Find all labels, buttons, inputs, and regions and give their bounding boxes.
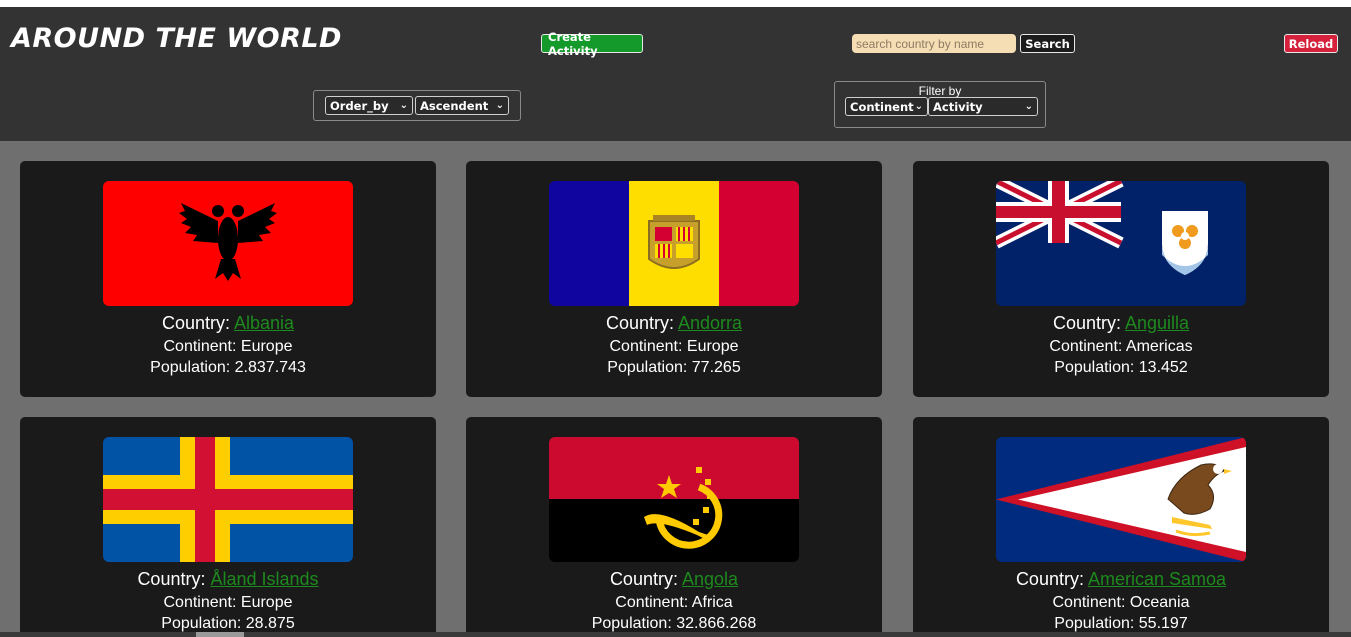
american-samoa-flag: [996, 437, 1246, 562]
continent-line: Continent: Europe: [20, 594, 436, 612]
chevron-down-icon: ⌄: [399, 100, 408, 111]
albania-flag: [103, 181, 353, 306]
continent-line: Continent: Africa: [466, 594, 882, 612]
continent-label: Continent:: [1049, 338, 1126, 355]
country-line: Country: American Samoa: [913, 569, 1329, 590]
country-link[interactable]: Albania: [234, 313, 294, 333]
continent-line: Continent: Oceania: [913, 594, 1329, 612]
population-value: 13.452: [1138, 359, 1188, 376]
angola-flag: [549, 437, 799, 562]
continent-filter-select[interactable]: Continent ⌄: [845, 97, 928, 116]
filter-label: Filter by: [918, 84, 962, 98]
country-link[interactable]: Anguilla: [1125, 313, 1189, 333]
continent-label: Continent:: [1052, 594, 1130, 611]
country-card: Country: American Samoa Continent: Ocean…: [913, 417, 1329, 637]
aland-flag: [103, 437, 353, 562]
chevron-down-icon: ⌄: [495, 100, 504, 111]
country-label: Country:: [137, 569, 211, 589]
country-label: Country:: [1015, 569, 1088, 589]
population-label: Population:: [1054, 359, 1139, 376]
filter-controls: Filter by Continent ⌄ Activity ⌄: [834, 81, 1046, 128]
country-label: Country:: [605, 313, 678, 333]
order-by-select[interactable]: Order_by ⌄: [325, 96, 413, 115]
country-card: Country: Anguilla Continent: Americas Po…: [913, 161, 1329, 397]
scrollbar-thumb[interactable]: [196, 632, 244, 637]
order-by-value: Order_by: [330, 98, 389, 113]
continent-label: Continent:: [609, 338, 687, 355]
chevron-down-icon: ⌄: [1024, 101, 1033, 112]
population-value: 32.866.268: [676, 615, 757, 632]
population-line: Population: 32.866.268: [466, 615, 882, 633]
create-activity-button[interactable]: Create Activity: [541, 30, 643, 58]
order-controls: Order_by ⌄ Ascendent ⌄: [313, 90, 521, 121]
population-value: 77.265: [691, 359, 741, 376]
order-direction-select[interactable]: Ascendent ⌄: [415, 96, 509, 115]
anguilla-flag: [996, 181, 1246, 306]
country-label: Country:: [1052, 313, 1125, 333]
continent-filter-value: Continent: [850, 99, 914, 114]
population-label: Population:: [591, 615, 677, 632]
continent-value: Europe: [240, 338, 293, 355]
search-button[interactable]: Search: [1020, 34, 1075, 53]
continent-label: Continent:: [163, 594, 241, 611]
country-line: Country: Åland Islands: [20, 569, 436, 590]
population-line: Population: 77.265: [466, 359, 882, 377]
country-line: Country: Andorra: [466, 313, 882, 334]
continent-value: Oceania: [1129, 594, 1190, 611]
population-label: Population:: [150, 359, 235, 376]
country-link[interactable]: American Samoa: [1088, 569, 1226, 589]
country-link[interactable]: Åland Islands: [210, 569, 318, 589]
population-line: Population: 13.452: [913, 359, 1329, 377]
population-line: Population: 28.875: [20, 615, 436, 633]
continent-value: Americas: [1125, 338, 1193, 355]
country-link[interactable]: Andorra: [678, 313, 742, 333]
population-label: Population:: [161, 615, 246, 632]
chevron-down-icon: ⌄: [914, 101, 923, 112]
country-card: Country: Albania Continent: Europe Popul…: [20, 161, 436, 397]
continent-line: Continent: Europe: [20, 338, 436, 356]
horizontal-scrollbar[interactable]: [0, 632, 1351, 637]
country-line: Country: Angola: [466, 569, 882, 590]
continent-value: Europe: [686, 338, 739, 355]
population-line: Population: 55.197: [913, 615, 1329, 633]
country-card: Country: Andorra Continent: Europe Popul…: [466, 161, 882, 397]
header: AROUND THE WORLD Create Activity Search …: [0, 7, 1351, 141]
country-line: Country: Albania: [20, 313, 436, 334]
country-line: Country: Anguilla: [913, 313, 1329, 334]
population-label: Population:: [607, 359, 692, 376]
population-value: 55.197: [1138, 615, 1188, 632]
country-card: Country: Åland Islands Continent: Europe…: [20, 417, 436, 637]
country-card: Country: Angola Continent: Africa Popula…: [466, 417, 882, 637]
population-label: Population:: [1054, 615, 1139, 632]
population-line: Population: 2.837.743: [20, 359, 436, 377]
search-input[interactable]: [852, 34, 1016, 53]
country-label: Country:: [161, 313, 234, 333]
andorra-flag: [549, 181, 799, 306]
continent-label: Continent:: [163, 338, 241, 355]
activity-filter-select[interactable]: Activity ⌄: [928, 97, 1038, 116]
country-label: Country:: [609, 569, 682, 589]
population-value: 2.837.743: [234, 359, 306, 376]
country-link[interactable]: Angola: [682, 569, 738, 589]
continent-label: Continent:: [615, 594, 692, 611]
activity-filter-value: Activity: [933, 99, 983, 114]
app-logo: AROUND THE WORLD: [11, 23, 342, 54]
continent-line: Continent: Americas: [913, 338, 1329, 356]
reload-button[interactable]: Reload: [1284, 34, 1338, 53]
continent-line: Continent: Europe: [466, 338, 882, 356]
top-border: [0, 0, 1351, 7]
population-value: 28.875: [245, 615, 295, 632]
continent-value: Europe: [240, 594, 293, 611]
order-direction-value: Ascendent: [420, 98, 489, 113]
continent-value: Africa: [691, 594, 733, 611]
